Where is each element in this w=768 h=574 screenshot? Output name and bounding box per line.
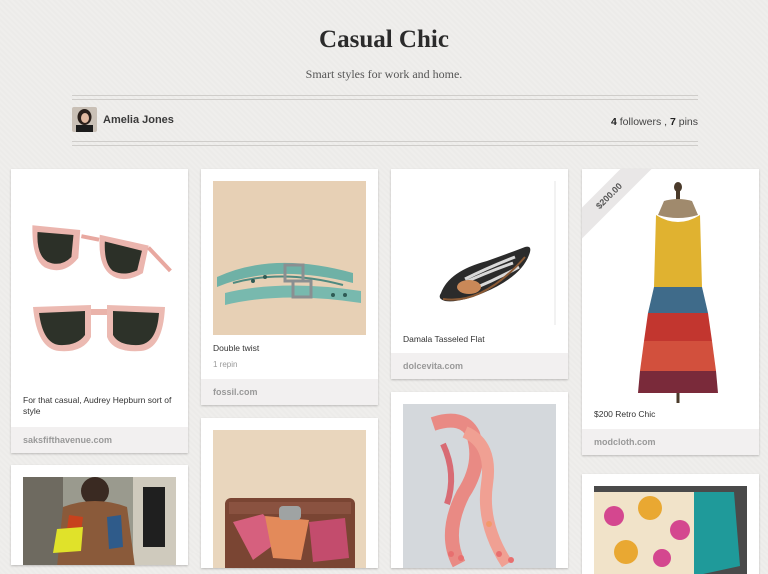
pin-image-street-style[interactable] xyxy=(23,477,176,565)
board-title: Casual Chic xyxy=(319,26,449,53)
avatar[interactable] xyxy=(72,107,97,132)
divider-bottom xyxy=(72,141,698,146)
owner-name[interactable]: Amelia Jones xyxy=(103,114,174,126)
pin-image-clutch[interactable] xyxy=(594,486,747,574)
followers-link[interactable]: 4 followers xyxy=(611,116,664,128)
pin-repins[interactable]: 1 repin xyxy=(213,360,237,369)
board-stats: 4 followers , 7 pins xyxy=(611,116,698,128)
pin-card[interactable] xyxy=(11,465,188,565)
divider-top xyxy=(72,95,698,100)
pin-image-sunglasses[interactable] xyxy=(23,181,176,391)
owner-link[interactable]: Amelia Jones xyxy=(72,107,174,132)
followers-label: followers xyxy=(619,116,662,128)
price-tag: $200.00 xyxy=(582,169,652,239)
pin-image-belt[interactable] xyxy=(213,181,366,335)
pin-source[interactable]: fossil.com xyxy=(201,379,378,405)
pin-description: Double twist xyxy=(213,343,260,353)
pin-card[interactable]: $200.00 $200 Retro Chic modcloth.com xyxy=(582,169,759,455)
pin-description: Damala Tasseled Flat xyxy=(403,334,485,344)
pins-link[interactable]: 7 pins xyxy=(670,116,698,128)
pin-image-scarf[interactable] xyxy=(403,404,556,568)
pin-source[interactable]: saksfifthavenue.com xyxy=(11,427,188,453)
pin-image-flat-shoe[interactable] xyxy=(403,181,556,325)
pins-count: 7 xyxy=(669,116,676,128)
pin-card[interactable]: Double twist 1 repin fossil.com xyxy=(201,169,378,405)
pin-image-wallet[interactable] xyxy=(213,430,366,568)
pin-source[interactable]: dolcevita.com xyxy=(391,353,568,379)
pin-card[interactable] xyxy=(201,418,378,568)
pin-description: $200 Retro Chic xyxy=(594,409,656,419)
price-ribbon: $200.00 xyxy=(582,169,652,239)
board-description: Smart styles for work and home. xyxy=(305,67,463,81)
pin-description: For that casual, Audrey Hepburn sort of … xyxy=(23,395,172,416)
pin-card[interactable]: Damala Tasseled Flat dolcevita.com xyxy=(391,169,568,379)
pin-card[interactable] xyxy=(391,392,568,568)
followers-count: 4 xyxy=(611,116,617,128)
pin-card[interactable] xyxy=(582,474,759,574)
pin-card[interactable]: For that casual, Audrey Hepburn sort of … xyxy=(11,169,188,453)
pins-label: pins xyxy=(678,116,698,128)
stats-separator: , xyxy=(664,116,668,128)
pin-source[interactable]: modcloth.com xyxy=(582,429,759,455)
